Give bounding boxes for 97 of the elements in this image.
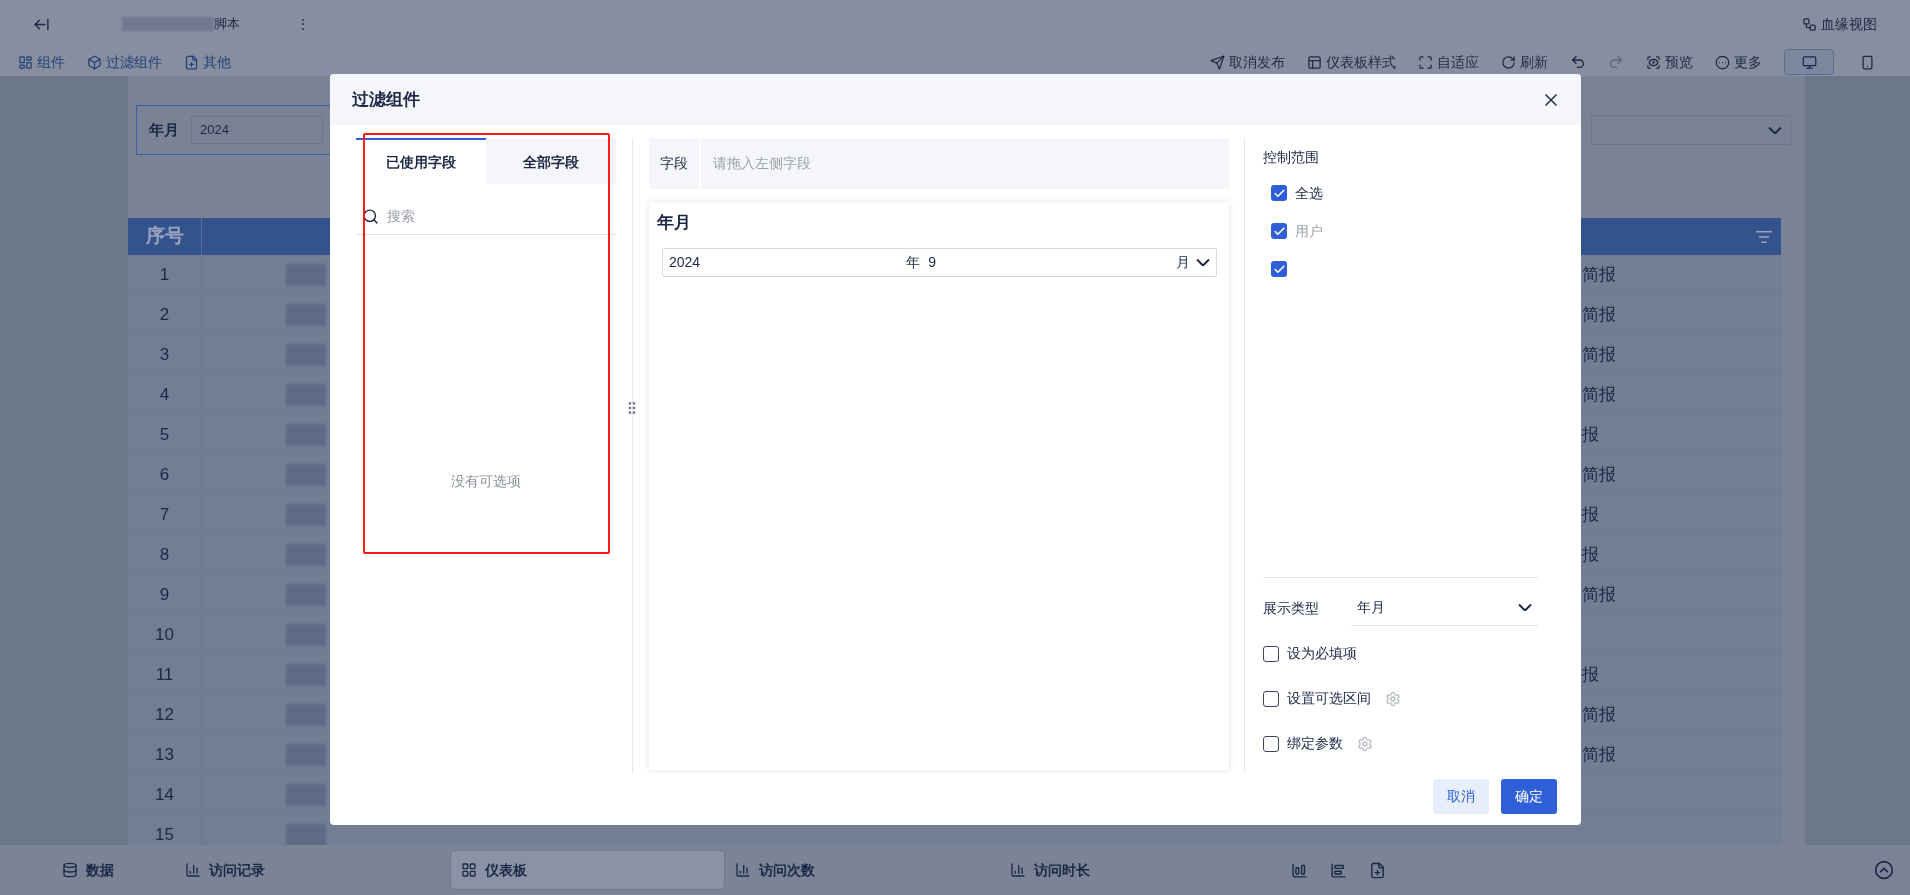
panel-icon xyxy=(1307,54,1322,70)
table-cell-text: 简报 xyxy=(1581,703,1616,726)
checkbox-label: 设为必填项 xyxy=(1287,644,1357,663)
table-cell: 1 xyxy=(128,255,202,294)
database-icon xyxy=(61,862,78,878)
confirm-button[interactable]: 确定 xyxy=(1501,779,1557,814)
toolbar-button[interactable]: 仪表板样式 xyxy=(1307,51,1396,73)
tab[interactable]: 全部字段 xyxy=(486,138,616,184)
bar-chart-icon xyxy=(185,862,201,878)
monitor-icon xyxy=(1801,54,1817,70)
more-button[interactable]: 更多 xyxy=(1715,51,1762,73)
file-plus-icon xyxy=(184,54,199,70)
search-field[interactable]: 搜索 xyxy=(356,199,616,235)
toolbar-button[interactable]: 过滤组件 xyxy=(87,51,162,73)
toolbar-button[interactable]: 取消发布 xyxy=(1210,51,1285,73)
table-cell: 14 xyxy=(128,775,202,814)
sheet-tab[interactable]: 仪表板 xyxy=(450,850,725,890)
table-cell: 7 xyxy=(128,495,202,534)
section-title: 控制范围 xyxy=(1263,148,1320,167)
lineage-icon xyxy=(1802,16,1817,32)
table-cell-text: 简报 xyxy=(1581,383,1616,406)
cancel-button[interactable]: 取消 xyxy=(1433,779,1489,814)
table-cell-text: 简报 xyxy=(1581,303,1616,326)
send-icon xyxy=(1210,54,1225,70)
sheet-tab[interactable]: 访问次数 xyxy=(725,850,1000,890)
sheet-tab[interactable]: 数据 xyxy=(0,850,175,890)
layout-icon xyxy=(18,54,33,70)
checkbox[interactable] xyxy=(1263,645,1279,662)
collapse-icon[interactable] xyxy=(1874,860,1894,880)
checkbox[interactable] xyxy=(1263,735,1279,752)
lineage-button[interactable]: 血缘视图 xyxy=(1802,13,1877,35)
chevron-down-icon xyxy=(1518,604,1532,611)
table-cell-text: 报 xyxy=(1581,663,1599,686)
table-cell: 4 xyxy=(128,375,202,414)
year-month-picker[interactable]: 2024 年 9 月 xyxy=(662,247,1217,277)
sheet-tab[interactable]: 访问记录 xyxy=(175,850,450,890)
table-cell: 12 xyxy=(128,695,202,734)
table-cell: 13 xyxy=(128,735,202,774)
table-cell-text: 报 xyxy=(1581,503,1599,526)
toolbar-button[interactable]: 自适应 xyxy=(1418,51,1479,73)
redacted-text xyxy=(286,823,326,845)
checkbox[interactable] xyxy=(1271,261,1287,277)
undo-icon[interactable] xyxy=(1570,54,1586,70)
add-bar-chart-icon[interactable] xyxy=(1330,861,1347,879)
dashboard-title: 脚本 xyxy=(214,15,240,34)
table-cell-text: 简报 xyxy=(1581,343,1616,366)
toolbar-button[interactable]: 其他 xyxy=(184,51,231,73)
checkbox-label: 设置可选区间 xyxy=(1287,689,1371,708)
add-chart-icon[interactable] xyxy=(1291,861,1308,879)
table-cell: 3 xyxy=(128,335,202,374)
preview-button[interactable]: 预览 xyxy=(1646,51,1693,73)
toolbar-button[interactable]: 组件 xyxy=(18,51,65,73)
table-cell: 2 xyxy=(128,295,202,334)
bar-chart-icon xyxy=(735,862,751,878)
table-cell-text: 简报 xyxy=(1581,263,1616,286)
table-cell: 11 xyxy=(128,655,202,694)
more-button[interactable]: ⋮ xyxy=(296,13,310,35)
filter-label: 年月 xyxy=(149,119,179,140)
cube-icon xyxy=(87,54,102,70)
toolbar-button[interactable]: 刷新 xyxy=(1501,51,1548,73)
table-cell: 10 xyxy=(128,615,202,654)
field-label: 字段 xyxy=(649,138,701,189)
table-cell-text: 报 xyxy=(1581,543,1599,566)
filter-input[interactable]: 2024 xyxy=(191,116,323,144)
ellipsis-icon xyxy=(1715,54,1730,70)
table-cell: 9 xyxy=(128,575,202,614)
device-toggle[interactable] xyxy=(1784,49,1834,75)
checkbox[interactable] xyxy=(1263,690,1279,707)
table-cell-text: 简报 xyxy=(1581,583,1616,606)
checkbox[interactable] xyxy=(1271,185,1287,201)
maximize-icon xyxy=(1418,54,1433,70)
preview-title: 年月 xyxy=(657,212,692,234)
display-type-select[interactable]: 年月 xyxy=(1351,590,1538,626)
table-cell: 6 xyxy=(128,455,202,494)
checkbox-label: 绑定参数 xyxy=(1287,734,1343,753)
checkbox-label: 用户 xyxy=(1295,221,1323,241)
dropdown-field[interactable] xyxy=(1591,115,1791,145)
table-cell: 5 xyxy=(128,415,202,454)
table-cell-text: 简报 xyxy=(1581,463,1616,486)
sheet-tab[interactable]: 访问时长 xyxy=(1000,850,1275,890)
dashboard-icon xyxy=(461,862,477,878)
refresh-icon xyxy=(1501,54,1516,70)
add-table-icon[interactable] xyxy=(1369,861,1386,879)
table-cell: 8 xyxy=(128,535,202,574)
checkbox-label: 全选 xyxy=(1295,183,1323,203)
preview-icon xyxy=(1646,54,1661,70)
table-cell-text: 报 xyxy=(1581,423,1599,446)
field-label: 展示类型 xyxy=(1263,598,1320,618)
phone-icon xyxy=(1859,54,1875,70)
field-drop-zone[interactable]: 请拖入左侧字段 xyxy=(713,153,811,174)
table-cell-text: 简报 xyxy=(1581,743,1616,766)
empty-message: 没有可选项 xyxy=(451,471,521,491)
chevron-down-icon xyxy=(1196,258,1210,266)
dialog-title: 过滤组件 xyxy=(352,88,420,111)
search-icon xyxy=(362,208,379,225)
bar-chart-icon xyxy=(1010,862,1026,878)
chevron-down-icon xyxy=(1768,126,1782,134)
